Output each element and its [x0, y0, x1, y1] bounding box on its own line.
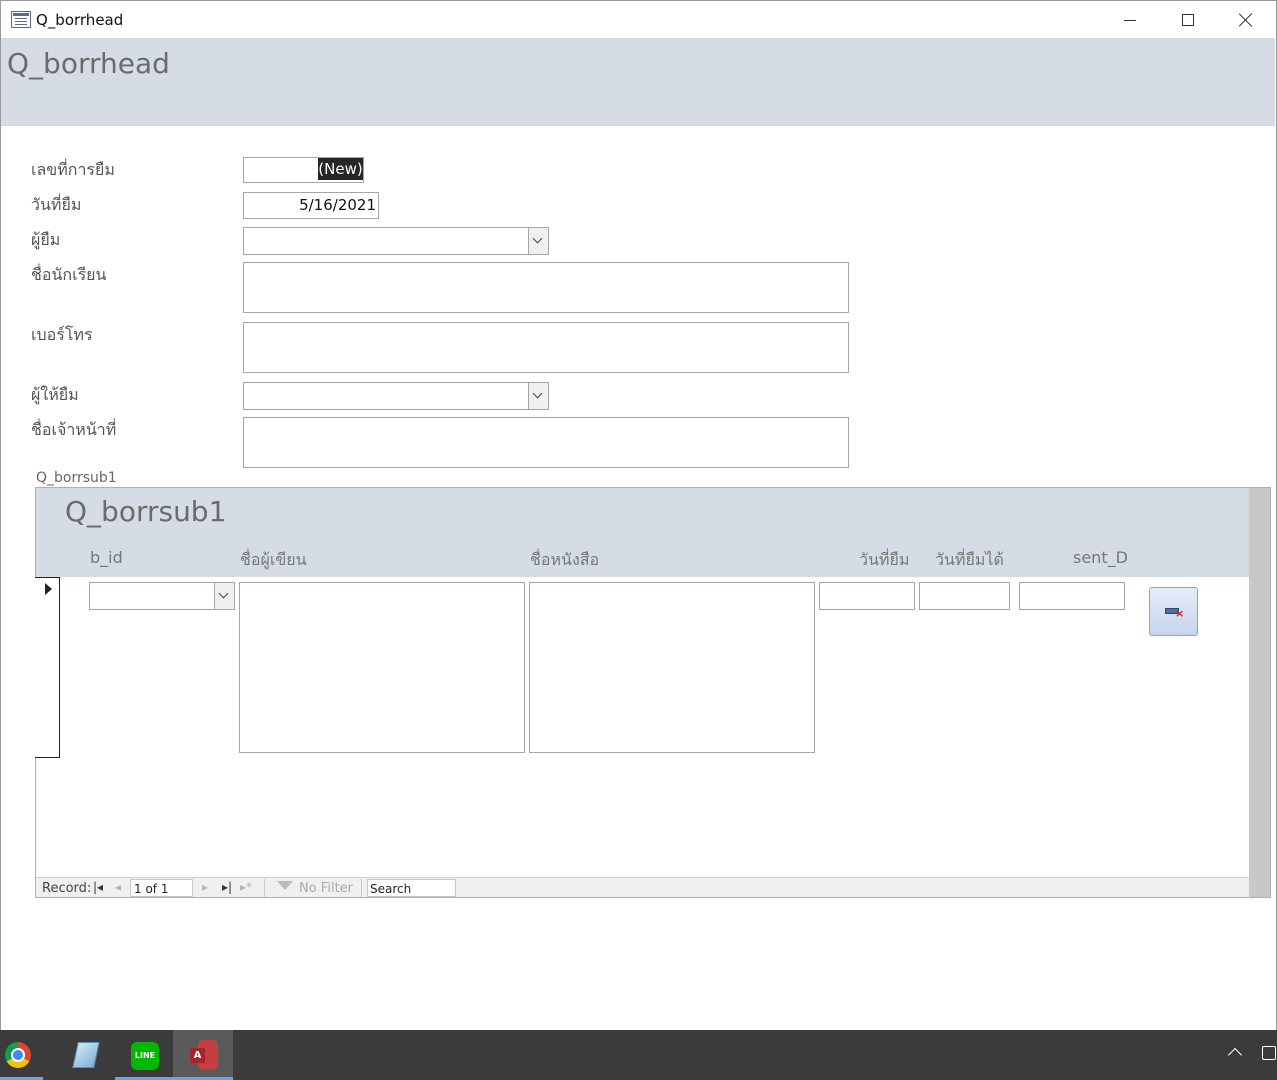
current-record-arrow-icon [45, 583, 52, 595]
due-date-field[interactable] [919, 582, 1010, 610]
no-filter-label: No Filter [299, 881, 354, 896]
sent-d-field[interactable] [1019, 582, 1125, 610]
chevron-down-icon [218, 588, 229, 599]
window-titlebar: Q_borrhead [0, 0, 1277, 38]
maximize-icon [1182, 14, 1194, 26]
minimize-icon [1124, 19, 1136, 21]
subform-caption: Q_borrsub1 [36, 470, 117, 486]
form-title: Q_borrhead [7, 47, 170, 80]
record-navigation-bar: Record: |◂ ◂ 1 of 1 ▸ ▸| ▸* No Filter Se… [36, 877, 1249, 897]
taskbar-line[interactable]: LINE [115, 1030, 175, 1080]
author-field[interactable] [239, 582, 525, 753]
next-record-button[interactable]: ▸ [202, 880, 208, 894]
column-header-author: ชื่อผู้เขียน [240, 550, 307, 569]
tray-device-icon[interactable] [1262, 1046, 1276, 1060]
taskbar-sticky-notes[interactable] [58, 1030, 118, 1080]
current-record-field[interactable]: 1 of 1 [130, 879, 193, 897]
borrow-no-label: เลขที่การยืม [31, 160, 115, 179]
first-record-button[interactable]: |◂ [93, 880, 103, 894]
borrower-label: ผู้ยืม [31, 230, 61, 249]
taskbar-chrome[interactable] [0, 1030, 60, 1080]
taskbar-access[interactable]: A [173, 1030, 233, 1080]
form-icon [11, 11, 31, 28]
chevron-down-icon [532, 233, 543, 244]
access-icon: A [190, 1040, 218, 1070]
chrome-icon [5, 1042, 31, 1068]
delete-record-button[interactable]: × [1149, 587, 1198, 636]
lender-dropdown-button[interactable] [528, 383, 548, 409]
column-header-book-title: ชื่อหนังสือ [530, 550, 600, 569]
new-record-button[interactable]: ▸* [240, 880, 252, 894]
subform-title: Q_borrsub1 [65, 495, 227, 528]
staff-name-label: ชื่อเจ้าหน้าที่ [31, 420, 117, 439]
lender-label: ผู้ให้ยืม [31, 385, 79, 404]
form-header [1, 38, 1275, 126]
last-record-button[interactable]: ▸| [222, 880, 232, 894]
sticky-notes-icon [72, 1042, 100, 1068]
staff-name-field[interactable] [243, 417, 849, 468]
phone-field[interactable] [243, 322, 849, 373]
filter-icon [277, 881, 293, 890]
taskbar: LINE A [0, 1030, 1277, 1080]
search-input[interactable]: Search [367, 879, 456, 897]
student-name-label: ชื่อนักเรียน [31, 265, 107, 284]
close-button[interactable] [1217, 1, 1275, 39]
borrow-date-value: 5/16/2021 [299, 196, 376, 214]
student-name-field[interactable] [243, 262, 849, 313]
b-id-dropdown-button[interactable] [214, 583, 234, 609]
borrower-combo[interactable] [243, 227, 549, 255]
book-title-field[interactable] [529, 582, 815, 753]
column-header-due-date: วันที่ยืมได้ [935, 550, 1004, 569]
column-header-b-id: b_id [90, 548, 123, 567]
column-header-borrow-date: วันที่ยืม [859, 550, 910, 569]
delete-record-icon: × [1165, 606, 1184, 619]
lender-combo[interactable] [243, 382, 549, 410]
borrow-date-label: วันที่ยืม [31, 195, 82, 214]
minimize-button[interactable] [1101, 1, 1159, 39]
borrow-date-field[interactable]: 5/16/2021 [243, 192, 379, 219]
column-header-sent-d: sent_D [1073, 548, 1128, 567]
maximize-button[interactable] [1159, 1, 1217, 39]
borrower-dropdown-button[interactable] [528, 228, 548, 254]
subform-scrollbar[interactable] [1249, 488, 1270, 897]
record-label: Record: [42, 881, 92, 896]
borrow-no-value: (New) [318, 158, 363, 180]
record-selector[interactable] [35, 577, 60, 758]
borrow-date-row-field[interactable] [819, 582, 915, 610]
phone-label: เบอร์โทร [31, 325, 93, 344]
window-title: Q_borrhead [36, 11, 124, 29]
no-filter-button[interactable]: No Filter [264, 879, 362, 897]
previous-record-button[interactable]: ◂ [115, 880, 121, 894]
b-id-combo[interactable] [89, 582, 235, 610]
close-icon [1239, 13, 1253, 27]
line-icon: LINE [131, 1042, 159, 1070]
chevron-down-icon [532, 388, 543, 399]
